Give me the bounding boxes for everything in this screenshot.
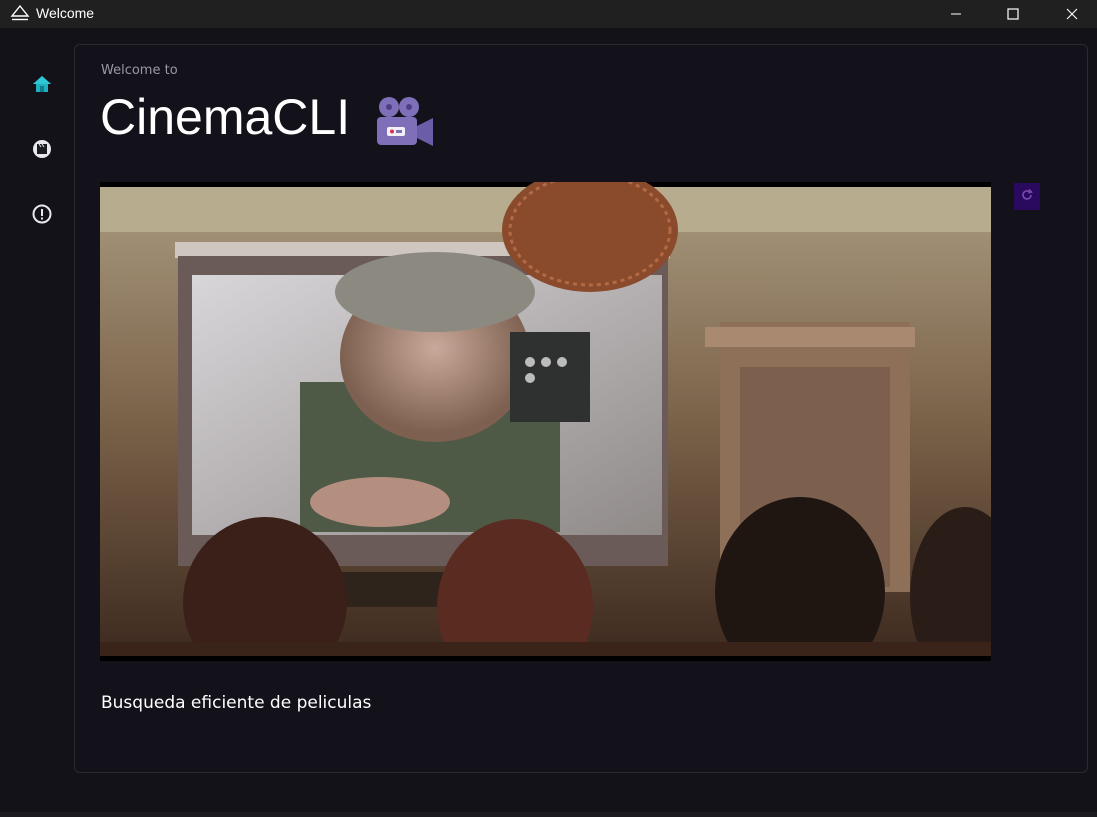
sidebar-item-movies[interactable] [30, 139, 54, 163]
title-bar: Welcome [0, 0, 1097, 28]
maximize-button[interactable] [990, 0, 1036, 28]
app-logo-icon [10, 4, 30, 24]
clapperboard-icon [32, 139, 52, 163]
close-icon [1066, 8, 1078, 20]
sidebar [0, 28, 74, 817]
maximize-icon [1007, 8, 1019, 20]
refresh-icon [1020, 187, 1034, 206]
window-bottom-edge [0, 812, 1097, 817]
alert-icon [32, 204, 52, 228]
app-title: CinemaCLI [100, 89, 351, 145]
sidebar-item-home[interactable] [30, 74, 54, 98]
cinema-screening-photo [100, 182, 991, 661]
minimize-button[interactable] [933, 0, 979, 28]
refresh-button[interactable] [1014, 183, 1040, 210]
movie-camera-icon [373, 96, 437, 150]
sidebar-item-about[interactable] [30, 204, 54, 228]
tagline-text: Busqueda eficiente de peliculas [101, 693, 372, 713]
home-icon [31, 73, 53, 99]
welcome-subtitle: Welcome to [101, 63, 178, 78]
minimize-icon [950, 8, 962, 20]
close-button[interactable] [1049, 0, 1095, 28]
window-title: Welcome [36, 5, 95, 21]
